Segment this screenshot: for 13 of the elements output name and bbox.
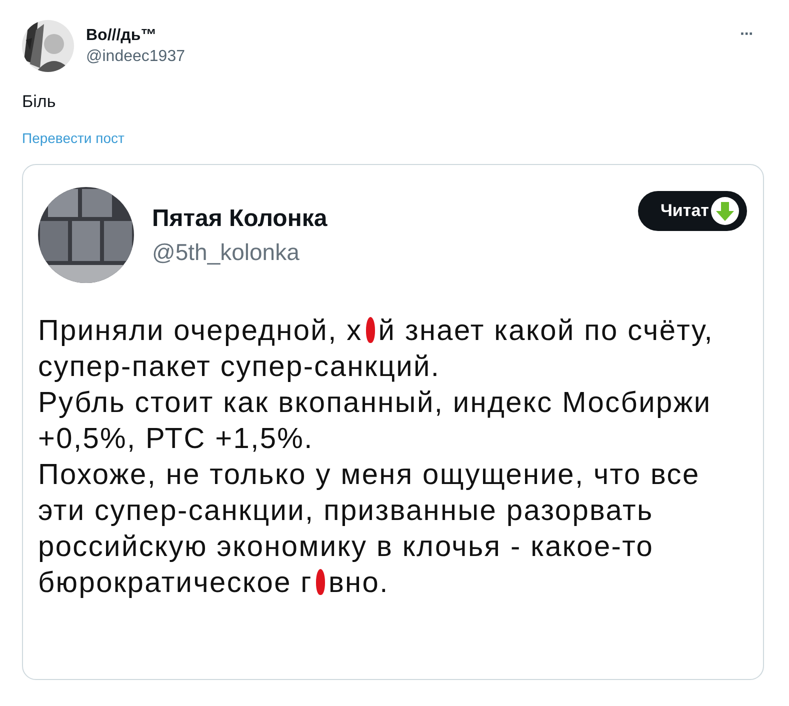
translate-link[interactable]: Перевести пост <box>22 130 124 146</box>
quoted-text: Приняли очередной, х й знает какой по счёту, супер-пакет супер-санкций. <box>38 314 715 385</box>
quoted-text: Рубль стоит как вкопанный, индекс Мосбиржи +0,5%, РТС +1,5%. <box>38 386 712 457</box>
post-text: Біль <box>22 92 57 112</box>
author-name: Пятая Колонка <box>152 204 328 232</box>
censor-mark <box>316 569 326 595</box>
read-button[interactable]: Читат <box>638 191 747 231</box>
author-handle[interactable]: @indeec1937 <box>86 48 728 66</box>
author-name[interactable]: Во///дь™ <box>86 26 728 44</box>
more-options-button[interactable]: ··· <box>740 26 753 44</box>
quoted-text: Похоже, не только у меня ощущение, что все эти супер-санкции, призванные разорвать российскую экономику в клочья - какое-то бюрократическое г вно. <box>38 458 701 601</box>
censor-mark <box>366 317 376 343</box>
author-handle: @5th_kolonka <box>152 238 300 266</box>
